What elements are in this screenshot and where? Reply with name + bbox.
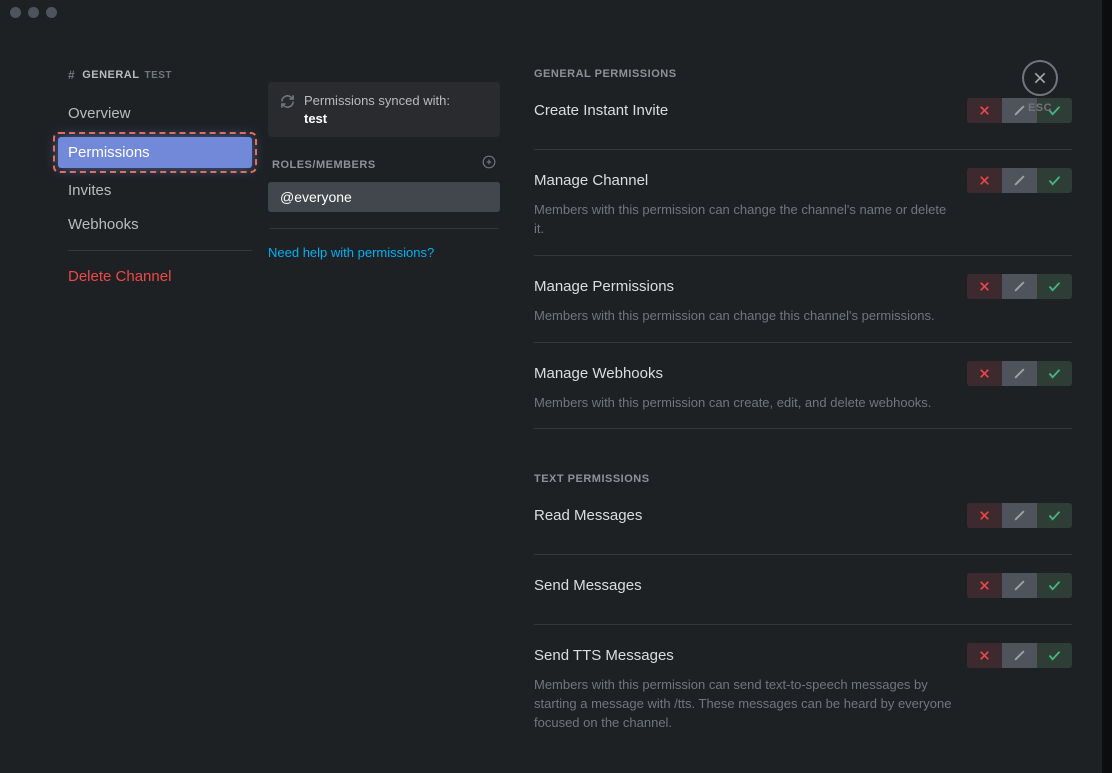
section-text-permissions: Text Permissions: [534, 473, 1072, 485]
perm-manage-channel: Manage Channel Members with this permiss…: [534, 168, 1072, 256]
perm-title: Send Messages: [534, 577, 642, 594]
perm-description: Members with this permission can change …: [534, 201, 954, 239]
perm-allow-button[interactable]: [1037, 361, 1072, 386]
settings-sidebar: # GENERAL TEST Overview Permissions Invi…: [0, 24, 268, 773]
perm-allow-button[interactable]: [1037, 168, 1072, 193]
perm-passthrough-button[interactable]: [1002, 643, 1037, 668]
permissions-help-link[interactable]: Need help with permissions?: [268, 245, 500, 260]
perm-title: Manage Permissions: [534, 278, 674, 295]
breadcrumb-channel: GENERAL: [82, 69, 139, 81]
perm-passthrough-button[interactable]: [1002, 573, 1037, 598]
close-button[interactable]: [1022, 60, 1058, 96]
perm-toggle: [967, 168, 1072, 193]
nav-permissions[interactable]: Permissions: [58, 137, 252, 168]
perm-passthrough-button[interactable]: [1002, 361, 1037, 386]
traffic-light-minimize[interactable]: [28, 7, 39, 18]
sync-icon: [280, 94, 295, 127]
esc-label: ESC: [1022, 102, 1058, 114]
roles-column: Permissions synced with: test ROLES/MEMB…: [268, 24, 500, 773]
perm-read-messages: Read Messages: [534, 503, 1072, 555]
perm-create-instant-invite: Create Instant Invite: [534, 98, 1072, 150]
perm-description: Members with this permission can send te…: [534, 676, 954, 733]
perm-title: Manage Channel: [534, 172, 648, 189]
nav-divider: [68, 250, 252, 251]
sync-category-name: test: [304, 111, 327, 126]
sync-label: Permissions synced with:: [304, 93, 450, 108]
breadcrumb-category: TEST: [144, 70, 172, 81]
perm-description: Members with this permission can create,…: [534, 394, 954, 413]
traffic-light-zoom[interactable]: [46, 7, 57, 18]
perm-allow-button[interactable]: [1037, 274, 1072, 299]
perm-manage-permissions: Manage Permissions Members with this per…: [534, 274, 1072, 343]
right-edge-shadow: [1102, 0, 1112, 773]
add-role-icon[interactable]: [482, 155, 496, 174]
perm-toggle: [967, 361, 1072, 386]
roles-divider: [270, 228, 498, 229]
traffic-light-close[interactable]: [10, 7, 21, 18]
permissions-panel: General Permissions Create Instant Invit…: [500, 24, 1112, 773]
tutorial-highlight: Permissions: [53, 132, 257, 173]
perm-deny-button[interactable]: [967, 503, 1002, 528]
perm-allow-button[interactable]: [1037, 643, 1072, 668]
perm-title: Manage Webhooks: [534, 365, 663, 382]
perm-manage-webhooks: Manage Webhooks Members with this permis…: [534, 361, 1072, 430]
hash-icon: #: [68, 68, 75, 82]
perm-description: Members with this permission can change …: [534, 307, 954, 326]
perm-toggle: [967, 274, 1072, 299]
perm-passthrough-button[interactable]: [1002, 274, 1037, 299]
perm-title: Read Messages: [534, 507, 642, 524]
perm-deny-button[interactable]: [967, 168, 1002, 193]
perm-toggle: [967, 643, 1072, 668]
perm-deny-button[interactable]: [967, 274, 1002, 299]
breadcrumb: # GENERAL TEST: [0, 68, 258, 82]
nav-invites[interactable]: Invites: [58, 175, 252, 206]
sync-status-box: Permissions synced with: test: [268, 82, 500, 137]
section-general-permissions: General Permissions: [534, 68, 1072, 80]
titlebar: [0, 0, 1112, 24]
perm-allow-button[interactable]: [1037, 503, 1072, 528]
perm-title: Create Instant Invite: [534, 102, 668, 119]
nav-webhooks[interactable]: Webhooks: [58, 209, 252, 240]
nav-delete-channel[interactable]: Delete Channel: [58, 261, 252, 292]
perm-send-messages: Send Messages: [534, 573, 1072, 625]
role-everyone[interactable]: @everyone: [268, 182, 500, 212]
perm-deny-button[interactable]: [967, 573, 1002, 598]
perm-allow-button[interactable]: [1037, 573, 1072, 598]
roles-header-label: ROLES/MEMBERS: [272, 159, 376, 171]
nav-overview[interactable]: Overview: [58, 98, 252, 129]
perm-toggle: [967, 503, 1072, 528]
perm-send-tts-messages: Send TTS Messages Members with this perm…: [534, 643, 1072, 749]
perm-deny-button[interactable]: [967, 643, 1002, 668]
perm-deny-button[interactable]: [967, 361, 1002, 386]
perm-passthrough-button[interactable]: [1002, 503, 1037, 528]
perm-passthrough-button[interactable]: [1002, 168, 1037, 193]
perm-toggle: [967, 573, 1072, 598]
perm-deny-button[interactable]: [967, 98, 1002, 123]
perm-title: Send TTS Messages: [534, 647, 674, 664]
